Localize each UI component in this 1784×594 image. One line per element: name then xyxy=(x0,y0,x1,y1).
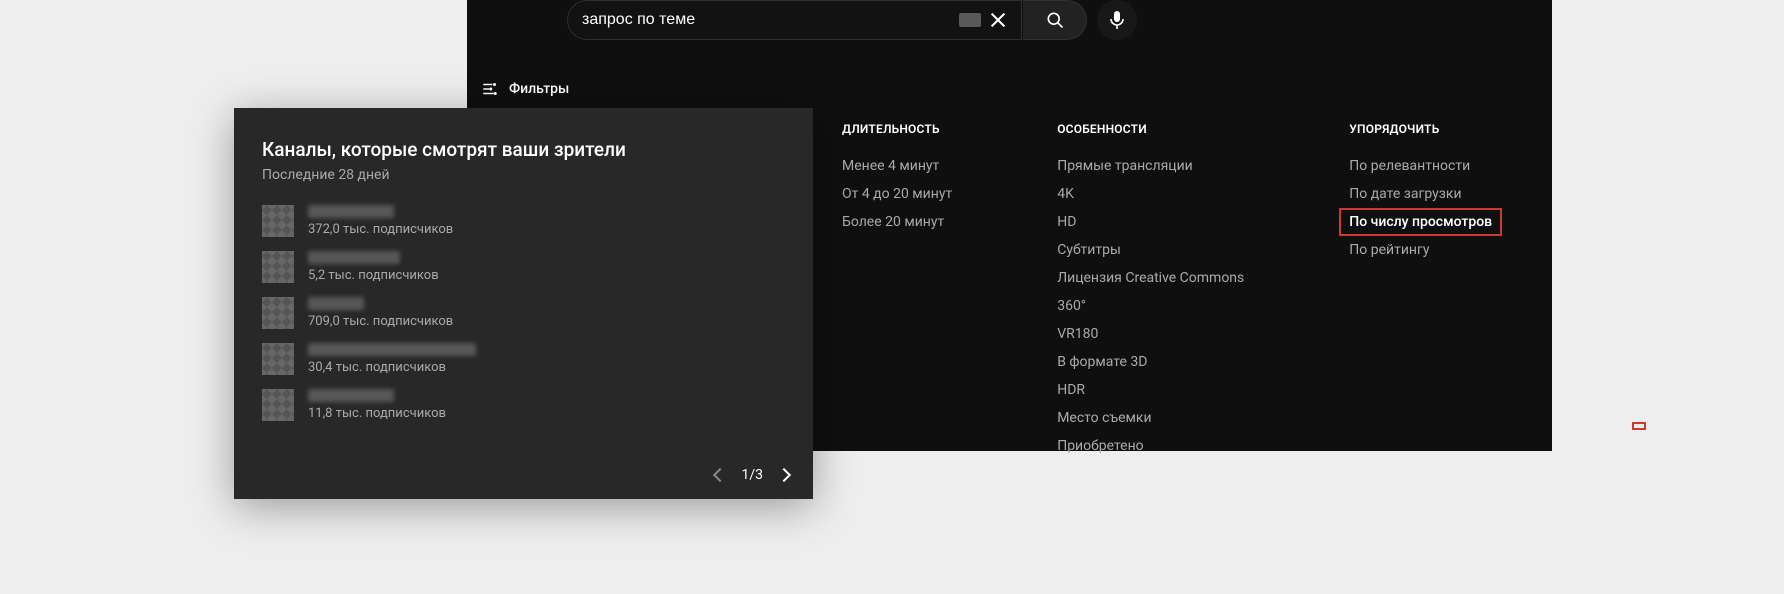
channel-thumbnail xyxy=(262,297,294,329)
channel-name-redacted xyxy=(308,251,400,264)
chevron-left-icon[interactable] xyxy=(713,468,727,482)
filter-column-sort: УПОРЯДОЧИТЬ По релевантности По дате заг… xyxy=(1349,122,1502,466)
channel-row[interactable]: 709,0 тыс. подписчиков xyxy=(262,297,789,329)
filter-option[interactable]: По релевантности xyxy=(1349,158,1502,174)
voice-search-button[interactable] xyxy=(1097,0,1137,40)
filter-option[interactable]: 4K xyxy=(1057,186,1244,202)
channel-subscribers: 11,8 тыс. подписчиков xyxy=(308,406,446,421)
audience-channels-card: Каналы, которые смотрят ваши зрители Пос… xyxy=(234,108,813,499)
annotation-marker xyxy=(1632,422,1646,430)
channel-subscribers: 372,0 тыс. подписчиков xyxy=(308,222,453,237)
keyboard-icon[interactable] xyxy=(959,13,981,27)
tune-icon xyxy=(481,80,499,98)
filter-option[interactable]: HD xyxy=(1057,214,1244,230)
search-button[interactable] xyxy=(1023,0,1087,40)
clear-icon[interactable] xyxy=(989,11,1007,29)
channel-thumbnail xyxy=(262,389,294,421)
pager: 1/3 xyxy=(262,467,789,483)
filter-option[interactable]: По дате загрузки xyxy=(1349,186,1502,202)
channel-row[interactable]: 11,8 тыс. подписчиков xyxy=(262,389,789,421)
filter-option[interactable]: HDR xyxy=(1057,382,1244,398)
channel-name-redacted xyxy=(308,343,476,356)
filter-column-features: ОСОБЕННОСТИ Прямые трансляции 4K HD Субт… xyxy=(1057,122,1244,466)
pager-label: 1/3 xyxy=(741,467,763,483)
channel-row[interactable]: 5,2 тыс. подписчиков xyxy=(262,251,789,283)
filter-header-features: ОСОБЕННОСТИ xyxy=(1057,122,1244,136)
filter-option[interactable]: Субтитры xyxy=(1057,242,1244,258)
card-title: Каналы, которые смотрят ваши зрители xyxy=(262,138,789,161)
search-input[interactable] xyxy=(582,11,959,29)
filters-toggle[interactable]: Фильтры xyxy=(481,80,569,98)
filter-option[interactable]: VR180 xyxy=(1057,326,1244,342)
filter-header-sort: УПОРЯДОЧИТЬ xyxy=(1349,122,1502,136)
channel-name-redacted xyxy=(308,389,394,402)
filter-header-duration: ДЛИТЕЛЬНОСТЬ xyxy=(842,122,952,136)
filter-option[interactable]: От 4 до 20 минут xyxy=(842,186,952,202)
chevron-right-icon[interactable] xyxy=(777,468,791,482)
channel-subscribers: 30,4 тыс. подписчиков xyxy=(308,360,476,375)
channel-subscribers: 5,2 тыс. подписчиков xyxy=(308,268,439,283)
channel-thumbnail xyxy=(262,205,294,237)
channel-name-redacted xyxy=(308,297,364,310)
filter-option[interactable]: Более 20 минут xyxy=(842,214,952,230)
filter-option[interactable]: Приобретено xyxy=(1057,438,1244,454)
channel-thumbnail xyxy=(262,343,294,375)
channel-row[interactable]: 372,0 тыс. подписчиков xyxy=(262,205,789,237)
filter-option[interactable]: 360° xyxy=(1057,298,1244,314)
card-subtitle: Последние 28 дней xyxy=(262,167,789,183)
channel-name-redacted xyxy=(308,205,394,218)
filters-label: Фильтры xyxy=(509,81,569,97)
filter-option[interactable]: Менее 4 минут xyxy=(842,158,952,174)
microphone-icon xyxy=(1109,10,1125,30)
filter-column-duration: ДЛИТЕЛЬНОСТЬ Менее 4 минут От 4 до 20 ми… xyxy=(842,122,952,466)
filter-option[interactable]: Место съемки xyxy=(1057,410,1244,426)
search-icon xyxy=(1045,10,1065,30)
channel-thumbnail xyxy=(262,251,294,283)
filter-option[interactable]: По рейтингу xyxy=(1349,242,1502,258)
channel-row[interactable]: 30,4 тыс. подписчиков xyxy=(262,343,789,375)
search-bar[interactable] xyxy=(567,0,1022,40)
filter-option-highlighted[interactable]: По числу просмотров xyxy=(1339,208,1502,236)
channel-subscribers: 709,0 тыс. подписчиков xyxy=(308,314,453,329)
filter-option[interactable]: Лицензия Creative Commons xyxy=(1057,270,1244,286)
filter-option[interactable]: Прямые трансляции xyxy=(1057,158,1244,174)
filter-option[interactable]: В формате 3D xyxy=(1057,354,1244,370)
